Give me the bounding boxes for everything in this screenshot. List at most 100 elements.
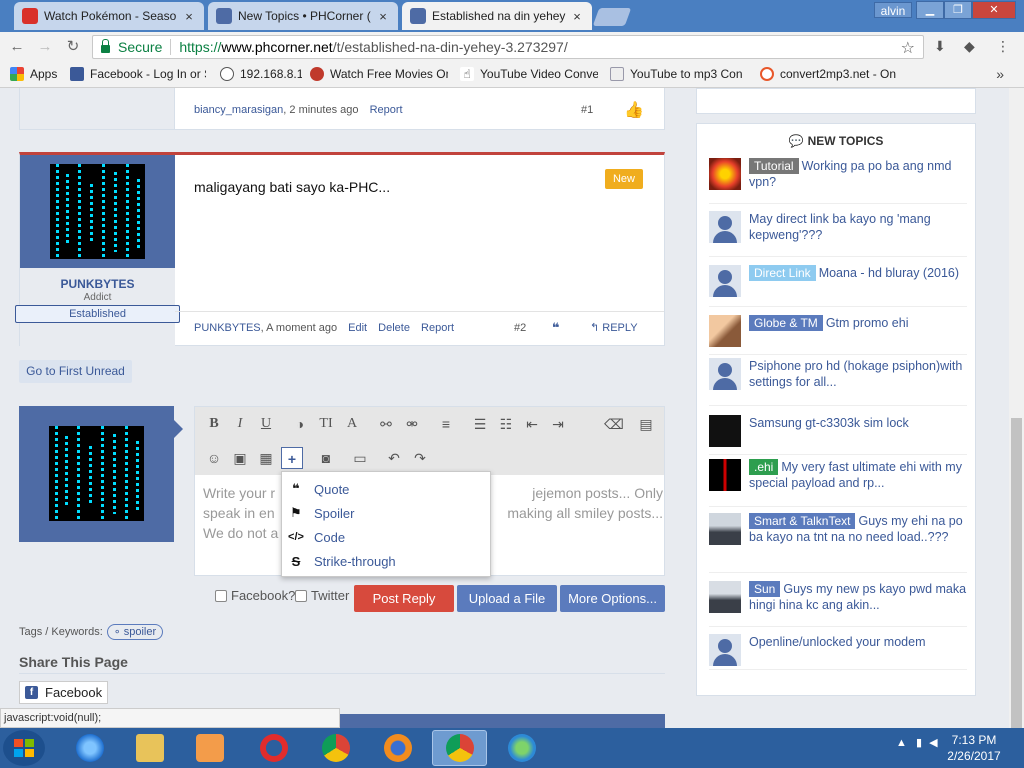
window-close-icon[interactable]: ✕ — [972, 1, 1016, 19]
remove-format-icon[interactable]: ⌫ — [603, 413, 625, 435]
unlink-icon[interactable]: ⚮ — [401, 413, 423, 435]
font-size-icon[interactable]: TI — [315, 413, 337, 435]
taskbar-firefox[interactable] — [370, 730, 425, 766]
default-avatar-icon[interactable] — [709, 358, 741, 390]
taskbar-chrome-active[interactable] — [432, 730, 487, 766]
restore-icon[interactable]: ❐ — [944, 1, 972, 19]
report-link[interactable]: Report — [370, 104, 403, 116]
username[interactable]: PUNKBYTES — [20, 277, 175, 291]
topic-item[interactable]: Globe & TM Gtm promo ehi — [709, 315, 967, 355]
more-bookmarks-icon[interactable]: » — [996, 66, 1004, 82]
topic-avatar[interactable] — [709, 581, 741, 613]
camera-icon[interactable]: ◙ — [315, 447, 337, 469]
taskbar-media-player[interactable] — [182, 730, 237, 766]
url-input[interactable]: Secure https:// www.phcorner.net /t/esta… — [92, 35, 924, 59]
topic-item[interactable]: Psiphone pro hd (hokage psiphon)with set… — [709, 358, 967, 406]
reply-avatar[interactable] — [19, 406, 174, 542]
upload-file-button[interactable]: Upload a File — [457, 585, 557, 612]
smiley-icon[interactable]: ☺ — [203, 447, 225, 469]
menu-item-quote[interactable]: ❝ Quote — [282, 477, 490, 501]
facebook-share-checkbox[interactable]: Facebook? — [215, 588, 295, 603]
bookmark-router[interactable]: 192.168.8.1 — [220, 67, 302, 81]
topic-title[interactable]: Tutorial Working pa po ba ang nmd vpn? — [749, 158, 967, 190]
avatar[interactable] — [20, 155, 175, 268]
taskbar-internet-explorer[interactable] — [62, 730, 117, 766]
color-icon[interactable]: ◑ — [289, 413, 311, 435]
bookmark-convert2mp3[interactable]: convert2mp3.net - On — [760, 67, 898, 81]
numbered-list-icon[interactable]: ☷ — [495, 413, 517, 435]
indent-icon[interactable]: ⇥ — [547, 413, 569, 435]
menu-item-strike-through[interactable]: S Strike-through — [282, 549, 490, 573]
image-icon[interactable]: ▣ — [229, 447, 251, 469]
scrollbar-thumb[interactable] — [1011, 418, 1022, 728]
tab-watch-pokemon[interactable]: Watch Pokémon - Seaso × — [14, 2, 204, 30]
topic-item[interactable]: Smart & TalknText Guys my ehi na po ba ka… — [709, 513, 967, 573]
go-to-first-unread-button[interactable]: Go to First Unread — [19, 360, 132, 383]
minimize-icon[interactable]: ▁ — [916, 1, 944, 19]
topic-item[interactable]: Direct Link Moana - hd bluray (2016) — [709, 265, 967, 307]
menu-item-spoiler[interactable]: ⚑ Spoiler — [282, 501, 490, 525]
bookmark-facebook[interactable]: Facebook - Log In or S — [70, 67, 206, 81]
taskbar-chrome[interactable] — [308, 730, 363, 766]
system-tray[interactable]: ▲ ▮ ◀ — [896, 736, 938, 749]
quote-icon[interactable]: ❝ — [552, 320, 560, 336]
more-options-button[interactable]: More Options... — [560, 585, 665, 612]
bookmark-youtube-mp3[interactable]: YouTube to mp3 Con — [610, 67, 748, 81]
default-avatar-icon[interactable] — [709, 211, 741, 243]
reload-icon[interactable]: ↻ — [64, 38, 82, 56]
post-author-link[interactable]: PUNKBYTES — [194, 322, 261, 334]
media-icon[interactable]: ▦ — [255, 447, 277, 469]
tab-established[interactable]: Established na din yehey × — [402, 2, 592, 30]
post-number[interactable]: #2 — [514, 322, 526, 334]
checkbox[interactable] — [295, 589, 307, 602]
menu-icon[interactable]: ⋮ — [996, 38, 1010, 55]
topic-item[interactable]: Samsung gt-c3303k sim lock — [709, 415, 967, 455]
default-avatar-icon[interactable] — [709, 265, 741, 297]
topic-title[interactable]: Samsung gt-c3303k sim lock — [749, 415, 967, 431]
topic-title[interactable]: Smart & TalknText Guys my ehi na po ba ka… — [749, 513, 967, 545]
tab-close-icon[interactable]: × — [570, 9, 584, 24]
bookmark-apps[interactable]: Apps — [10, 67, 60, 81]
extension-icon[interactable]: ◆ — [964, 38, 975, 55]
topic-item[interactable]: May direct link ba kayo ng 'mang kepweng… — [709, 211, 967, 257]
insert-plus-icon[interactable]: + — [281, 447, 303, 469]
reply-button[interactable]: ↰ REPLY — [590, 321, 638, 334]
tag-spoiler[interactable]: ∘ spoiler — [106, 624, 164, 640]
bold-icon[interactable]: B — [203, 413, 225, 435]
edit-link[interactable]: Edit — [348, 322, 367, 334]
topic-item[interactable]: Openline/unlocked your modem — [709, 634, 967, 670]
topic-avatar[interactable] — [709, 513, 741, 545]
topic-avatar[interactable] — [709, 415, 741, 447]
download-icon[interactable]: ⬇ — [934, 38, 946, 55]
show-hidden-icons-icon[interactable]: ▲ — [896, 737, 907, 749]
menu-item-code[interactable]: </> Code — [282, 525, 490, 549]
save-draft-icon[interactable]: ▭ — [349, 447, 371, 469]
tab-close-icon[interactable]: × — [376, 9, 390, 24]
report-link[interactable]: Report — [421, 322, 454, 334]
profile-user-button[interactable]: alvin — [874, 2, 912, 18]
topic-item[interactable]: Sun Guys my new ps kayo pwd maka hingi hi… — [709, 581, 967, 627]
delete-link[interactable]: Delete — [378, 322, 410, 334]
topic-title[interactable]: Openline/unlocked your modem — [749, 634, 967, 650]
redo-icon[interactable]: ↷ — [409, 447, 431, 469]
post-reply-button[interactable]: Post Reply — [354, 585, 454, 612]
forward-icon[interactable]: → — [36, 38, 54, 56]
tab-new-topics[interactable]: New Topics • PHCorner ( × — [208, 2, 398, 30]
page-scrollbar[interactable] — [1009, 88, 1024, 728]
post-number[interactable]: #1 — [581, 104, 593, 116]
taskbar-opera[interactable] — [246, 730, 301, 766]
topic-item[interactable]: .ehi My very fast ultimate ehi with my sp… — [709, 459, 967, 507]
topic-avatar[interactable] — [709, 315, 741, 347]
bookmark-youtube-converter[interactable]: ☝ YouTube Video Conve — [460, 67, 598, 81]
topic-title[interactable]: Direct Link Moana - hd bluray (2016) — [749, 265, 967, 281]
topic-avatar[interactable] — [709, 158, 741, 190]
post-author-link[interactable]: biancy_marasigan — [194, 104, 283, 116]
topic-item[interactable]: Tutorial Working pa po ba ang nmd vpn? — [709, 158, 967, 204]
default-avatar-icon[interactable] — [709, 634, 741, 666]
undo-icon[interactable]: ↶ — [383, 447, 405, 469]
taskbar-file-explorer[interactable] — [122, 730, 177, 766]
back-icon[interactable]: ← — [8, 38, 26, 56]
bullet-list-icon[interactable]: ☰ — [469, 413, 491, 435]
font-family-icon[interactable]: A — [341, 413, 363, 435]
taskbar-idm[interactable] — [494, 730, 549, 766]
